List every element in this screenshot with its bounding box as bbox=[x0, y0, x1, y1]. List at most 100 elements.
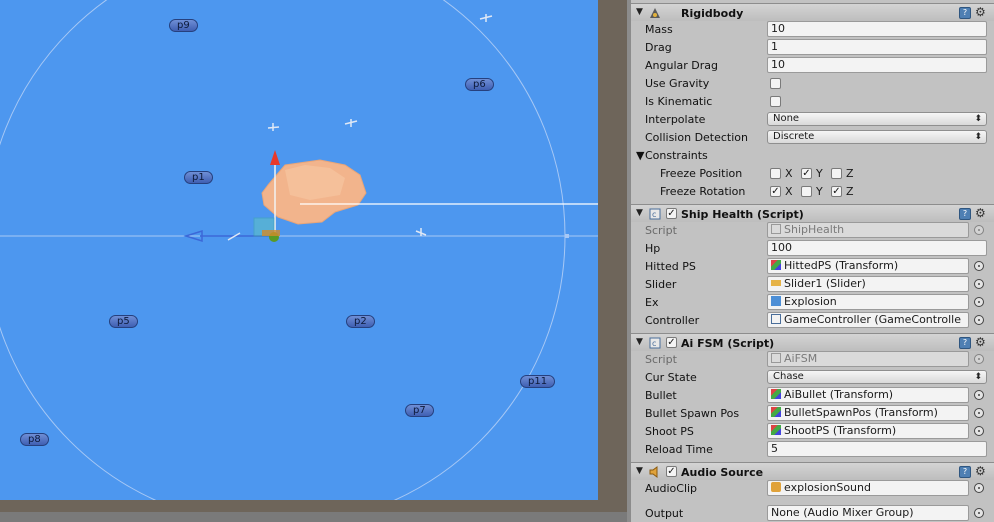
ship-health-header[interactable]: ▼ c ✓ Ship Health (Script) ? ⚙ bbox=[631, 204, 994, 222]
drag-field[interactable]: 1 bbox=[767, 39, 987, 55]
freeze-position-y-checkbox[interactable]: ✓ bbox=[801, 168, 812, 179]
hp-field[interactable]: 100 bbox=[767, 240, 987, 256]
angular-drag-field[interactable]: 10 bbox=[767, 57, 987, 73]
slider-row: Slider Slider1 (Slider) bbox=[631, 275, 994, 293]
cur-state-row: Cur State Chase ⬍ bbox=[631, 368, 994, 386]
gear-icon[interactable]: ⚙ bbox=[975, 464, 986, 478]
transform-icon bbox=[771, 389, 781, 399]
speaker-icon bbox=[649, 466, 658, 478]
component-title: Audio Source bbox=[681, 466, 764, 479]
component-title: Ai FSM (Script) bbox=[681, 337, 775, 350]
shoot-ps-field[interactable]: ShootPS (Transform) bbox=[767, 423, 969, 439]
use-gravity-checkbox[interactable] bbox=[770, 78, 781, 89]
waypoint-p8[interactable]: p8 bbox=[20, 433, 49, 446]
rigidbody-header[interactable]: ▼ Rigidbody ? ⚙ bbox=[631, 3, 994, 21]
object-picker-icon[interactable] bbox=[974, 297, 984, 307]
cur-state-dropdown[interactable]: Chase ⬍ bbox=[767, 370, 987, 384]
component-enabled-checkbox[interactable]: ✓ bbox=[666, 337, 677, 348]
gear-icon[interactable]: ⚙ bbox=[975, 206, 986, 220]
waypoint-p5[interactable]: p5 bbox=[109, 315, 138, 328]
gear-icon[interactable]: ⚙ bbox=[975, 5, 986, 19]
component-title: Ship Health (Script) bbox=[681, 208, 804, 221]
transform-icon bbox=[771, 260, 781, 270]
collision-row: Collision Detection Discrete ⬍ bbox=[631, 128, 994, 146]
audio-source-header[interactable]: ▼ ✓ Audio Source ? ⚙ bbox=[631, 462, 994, 480]
component-enabled-checkbox[interactable]: ✓ bbox=[666, 208, 677, 219]
component-enabled-checkbox[interactable]: ✓ bbox=[666, 466, 677, 477]
ex-field[interactable]: Explosion bbox=[767, 294, 969, 310]
transform-icon bbox=[771, 407, 781, 417]
hitted-ps-row: Hitted PS HittedPS (Transform) bbox=[631, 257, 994, 275]
object-picker-icon[interactable] bbox=[974, 315, 984, 325]
range-circle bbox=[0, 0, 566, 500]
foldout-arrow-icon[interactable]: ▼ bbox=[636, 7, 643, 17]
object-picker-icon[interactable] bbox=[974, 390, 984, 400]
script-row: Script AiFSM bbox=[631, 350, 994, 368]
audio-clip-field[interactable]: explosionSound bbox=[767, 480, 969, 496]
water-plane: p9 p6 p1 p5 p2 p11 p7 p8 bbox=[0, 0, 598, 500]
waypoint-p7[interactable]: p7 bbox=[405, 404, 434, 417]
interpolate-dropdown[interactable]: None ⬍ bbox=[767, 112, 987, 126]
script-row: Script ShipHealth bbox=[631, 221, 994, 239]
freeze-rotation-x-checkbox[interactable]: ✓ bbox=[770, 186, 781, 197]
component-title: Rigidbody bbox=[681, 7, 744, 20]
help-icon[interactable]: ? bbox=[959, 7, 971, 19]
bullet-field[interactable]: AiBullet (Transform) bbox=[767, 387, 969, 403]
freeze-position-row: Freeze Position X ✓ Y Z bbox=[660, 167, 854, 180]
bullet-spawn-field[interactable]: BulletSpawnPos (Transform) bbox=[767, 405, 969, 421]
inspector-panel[interactable]: ▼ Rigidbody ? ⚙ Mass 10 Drag 1 Angular D… bbox=[627, 0, 994, 522]
object-picker-icon[interactable] bbox=[974, 279, 984, 289]
foldout-arrow-icon[interactable]: ▼ bbox=[636, 149, 644, 162]
interpolate-row: Interpolate None ⬍ bbox=[631, 110, 994, 128]
freeze-rotation-y-checkbox[interactable] bbox=[801, 186, 812, 197]
foldout-arrow-icon[interactable]: ▼ bbox=[636, 466, 643, 476]
ex-row: Ex Explosion bbox=[631, 293, 994, 311]
gear-icon[interactable]: ⚙ bbox=[975, 335, 986, 349]
waypoint-p1[interactable]: p1 bbox=[184, 171, 213, 184]
slider-icon bbox=[771, 280, 781, 286]
hitted-ps-field[interactable]: HittedPS (Transform) bbox=[767, 258, 969, 274]
scene-view[interactable]: p9 p6 p1 p5 p2 p11 p7 p8 bbox=[0, 0, 627, 522]
dropdown-arrow-icon: ⬍ bbox=[974, 114, 982, 124]
waypoint-p9[interactable]: p9 bbox=[169, 19, 198, 32]
controller-field[interactable]: GameController (GameControlle bbox=[767, 312, 969, 328]
freeze-position-z-checkbox[interactable] bbox=[831, 168, 842, 179]
help-icon[interactable]: ? bbox=[959, 208, 971, 220]
object-picker-icon[interactable] bbox=[974, 426, 984, 436]
drag-row: Drag 1 bbox=[631, 38, 994, 56]
freeze-rotation-z-checkbox[interactable]: ✓ bbox=[831, 186, 842, 197]
script-icon: c bbox=[649, 337, 661, 349]
slider-field[interactable]: Slider1 (Slider) bbox=[767, 276, 969, 292]
help-icon[interactable]: ? bbox=[959, 337, 971, 349]
foldout-arrow-icon[interactable]: ▼ bbox=[636, 337, 643, 347]
prefab-icon bbox=[771, 296, 781, 306]
constraints-row[interactable]: ▼ Constraints bbox=[631, 146, 994, 164]
bullet-row: Bullet AiBullet (Transform) bbox=[631, 386, 994, 404]
reload-time-field[interactable]: 5 bbox=[767, 441, 987, 457]
use-gravity-row: Use Gravity bbox=[631, 74, 994, 92]
collision-dropdown[interactable]: Discrete ⬍ bbox=[767, 130, 987, 144]
dropdown-arrow-icon: ⬍ bbox=[974, 372, 982, 382]
object-picker-icon[interactable] bbox=[974, 261, 984, 271]
waypoint-p11[interactable]: p11 bbox=[520, 375, 556, 388]
object-picker-icon[interactable] bbox=[974, 408, 984, 418]
is-kinematic-checkbox[interactable] bbox=[770, 96, 781, 107]
freeze-position-x-checkbox[interactable] bbox=[770, 168, 781, 179]
constraints-label: Constraints bbox=[645, 149, 708, 162]
script-field: ShipHealth bbox=[767, 222, 969, 238]
waypoint-p2[interactable]: p2 bbox=[346, 315, 375, 328]
foldout-arrow-icon[interactable]: ▼ bbox=[636, 208, 643, 218]
help-icon[interactable]: ? bbox=[959, 466, 971, 478]
audio-clip-icon bbox=[771, 482, 781, 492]
dropdown-arrow-icon: ⬍ bbox=[974, 132, 982, 142]
object-picker-icon[interactable] bbox=[974, 508, 984, 518]
scene-gizmos bbox=[0, 0, 598, 500]
ai-fsm-header[interactable]: ▼ c ✓ Ai FSM (Script) ? ⚙ bbox=[631, 333, 994, 351]
mass-field[interactable]: 10 bbox=[767, 21, 987, 37]
object-picker-icon[interactable] bbox=[974, 483, 984, 493]
object-picker-icon bbox=[974, 225, 984, 235]
output-field[interactable]: None (Audio Mixer Group) bbox=[767, 505, 969, 521]
freeze-rotation-row: Freeze Rotation ✓ X Y ✓ Z bbox=[660, 185, 854, 198]
svg-text:c: c bbox=[652, 339, 656, 348]
waypoint-p6[interactable]: p6 bbox=[465, 78, 494, 91]
